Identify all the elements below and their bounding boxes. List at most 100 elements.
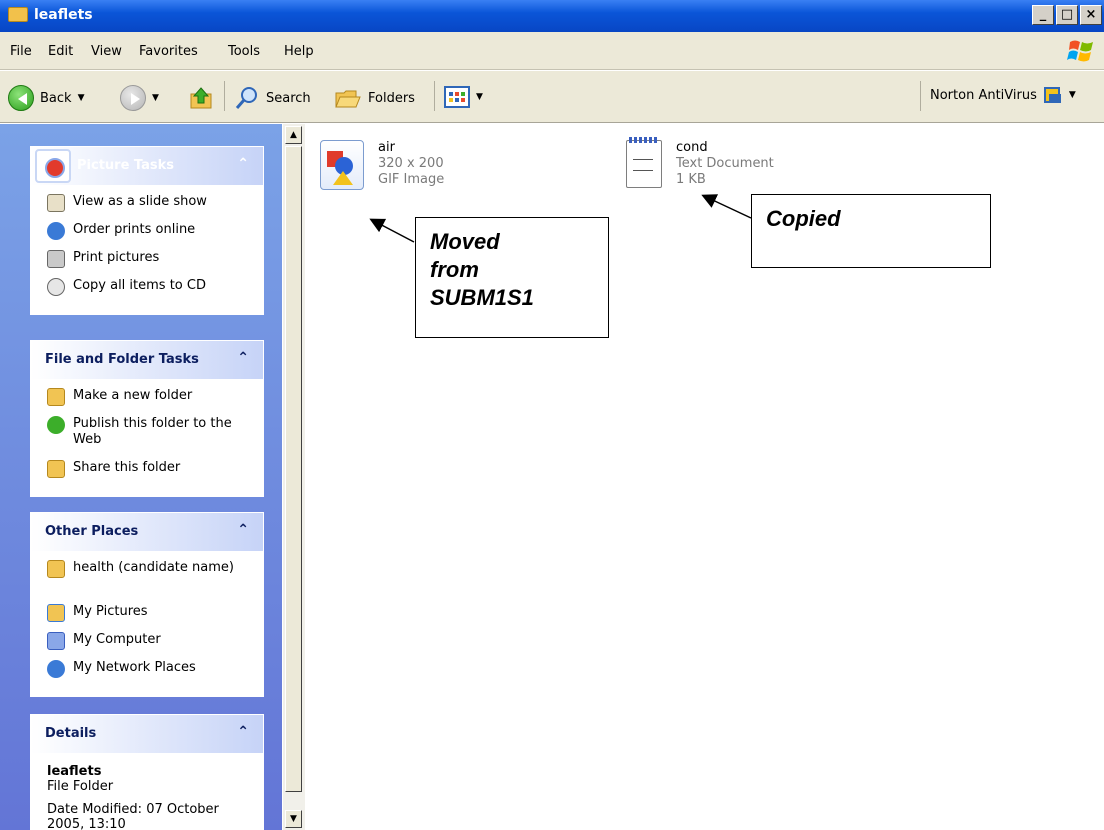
search-icon: [235, 87, 257, 109]
menu-help[interactable]: Help: [284, 44, 314, 59]
printer-icon: [47, 250, 65, 268]
scroll-thumb[interactable]: [285, 146, 302, 792]
picture-tasks-header[interactable]: Picture Tasks ⌃: [31, 147, 263, 185]
file-view: air 320 x 200 GIF Image cond Text Docume…: [306, 124, 1104, 830]
chevron-down-icon: ▼: [152, 93, 159, 103]
other-places-panel: Other Places ⌃ health (candidate name) M…: [30, 512, 264, 697]
file-folder-tasks-header[interactable]: File and Folder Tasks ⌃: [31, 341, 263, 379]
up-folder-button[interactable]: [188, 85, 214, 111]
task-print-pictures[interactable]: Print pictures: [47, 250, 253, 278]
place-label: My Pictures: [73, 604, 148, 619]
task-label: Copy all items to CD: [73, 278, 206, 293]
task-publish-web[interactable]: Publish this folder to the Web: [47, 416, 253, 460]
menu-favorites[interactable]: Favorites: [139, 44, 198, 59]
place-my-pictures[interactable]: My Pictures: [47, 604, 253, 632]
file-folder-tasks-panel: File and Folder Tasks ⌃ Make a new folde…: [30, 340, 264, 497]
task-label: Publish this folder to the Web: [73, 416, 232, 447]
views-button[interactable]: ▼: [444, 85, 483, 109]
task-label: Print pictures: [73, 250, 160, 265]
menu-file[interactable]: File: [10, 44, 32, 59]
globe-icon: [47, 222, 65, 240]
task-share-folder[interactable]: Share this folder: [47, 460, 253, 488]
forward-arrow-icon: [120, 85, 146, 111]
window-title: leaflets: [34, 7, 93, 23]
moved-line-3: SUBM1S1: [430, 285, 534, 310]
picture-tasks-panel: Picture Tasks ⌃ View as a slide show Ord…: [30, 146, 264, 315]
place-label: My Computer: [73, 632, 161, 647]
file-folder-tasks-title: File and Folder Tasks: [45, 352, 199, 367]
folders-label: Folders: [368, 90, 415, 106]
details-modified: Date Modified: 07 October 2005, 13:10: [47, 802, 219, 830]
views-icon: [444, 86, 470, 108]
scroll-up-button[interactable]: ▲: [285, 126, 302, 144]
task-new-folder[interactable]: Make a new folder: [47, 388, 253, 416]
collapse-icon[interactable]: ⌃: [237, 724, 249, 740]
menu-view[interactable]: View: [91, 44, 122, 59]
task-label: Share this folder: [73, 460, 181, 475]
collapse-icon[interactable]: ⌃: [237, 522, 249, 538]
folders-icon: [335, 90, 361, 108]
other-places-header[interactable]: Other Places ⌃: [31, 513, 263, 551]
maximize-button[interactable]: □: [1056, 5, 1078, 25]
copied-callout: Copied: [751, 194, 991, 268]
place-health[interactable]: health (candidate name): [47, 560, 253, 604]
task-copy-to-cd[interactable]: Copy all items to CD: [47, 278, 253, 306]
title-bar: leaflets _ □ ×: [0, 0, 1104, 32]
collapse-icon[interactable]: ⌃: [237, 156, 249, 172]
publish-web-icon: [47, 416, 65, 434]
back-button[interactable]: Back ▼: [8, 85, 84, 111]
cd-icon: [47, 278, 65, 296]
place-label: health (candidate name): [73, 560, 234, 575]
close-button[interactable]: ×: [1080, 5, 1102, 25]
new-folder-icon: [47, 388, 65, 406]
details-header[interactable]: Details ⌃: [31, 715, 263, 753]
folder-icon: [8, 7, 28, 22]
details-type: File Folder: [47, 779, 114, 794]
my-pictures-icon: [47, 604, 65, 622]
moved-arrow: [369, 218, 415, 243]
collapse-icon[interactable]: ⌃: [237, 350, 249, 366]
task-label: Order prints online: [73, 222, 196, 237]
copied-arrow: [701, 194, 752, 219]
place-network[interactable]: My Network Places: [47, 660, 253, 688]
details-panel: Details ⌃ leaflets File Folder Date Modi…: [30, 714, 264, 830]
search-button[interactable]: Search: [234, 85, 311, 111]
other-places-title: Other Places: [45, 524, 139, 539]
task-pane: Picture Tasks ⌃ View as a slide show Ord…: [0, 124, 282, 830]
chevron-down-icon: ▼: [1068, 90, 1076, 100]
share-folder-icon: [47, 460, 65, 478]
norton-antivirus-button[interactable]: Norton AntiVirus ▼: [930, 85, 1076, 105]
back-arrow-icon: [8, 85, 34, 111]
network-places-icon: [47, 660, 65, 678]
menu-bar: File Edit View Favorites Tools Help: [0, 32, 1104, 70]
folder-icon: [47, 560, 65, 578]
computer-icon: [47, 632, 65, 650]
task-order-prints[interactable]: Order prints online: [47, 222, 253, 250]
scroll-down-button[interactable]: ▼: [285, 810, 302, 828]
picture-icon: [35, 149, 71, 183]
back-label: Back: [40, 90, 72, 106]
norton-label: Norton AntiVirus: [930, 87, 1037, 103]
moved-callout: Moved from SUBM1S1: [415, 217, 609, 338]
menu-tools[interactable]: Tools: [228, 44, 260, 59]
task-label: Make a new folder: [73, 388, 193, 403]
windows-logo-icon: [1067, 40, 1093, 62]
menu-edit[interactable]: Edit: [48, 44, 73, 59]
picture-tasks-title: Picture Tasks: [77, 158, 174, 173]
copied-label: Copied: [766, 206, 841, 231]
search-label: Search: [266, 90, 311, 106]
chevron-down-icon: ▼: [77, 93, 85, 103]
minimize-button[interactable]: _: [1032, 5, 1054, 25]
slideshow-icon: [47, 194, 65, 212]
norton-icon: [1043, 87, 1061, 103]
place-my-computer[interactable]: My Computer: [47, 632, 253, 660]
moved-line-1: Moved: [430, 229, 500, 254]
forward-button[interactable]: ▼: [120, 85, 159, 111]
details-title: Details: [45, 726, 97, 741]
moved-line-2: from: [430, 257, 479, 282]
task-slide-show[interactable]: View as a slide show: [47, 194, 253, 222]
up-folder-icon: [190, 87, 212, 109]
vertical-scrollbar[interactable]: ▲ ▼: [283, 124, 305, 830]
folders-button[interactable]: Folders: [334, 85, 415, 111]
chevron-down-icon: ▼: [476, 92, 483, 102]
